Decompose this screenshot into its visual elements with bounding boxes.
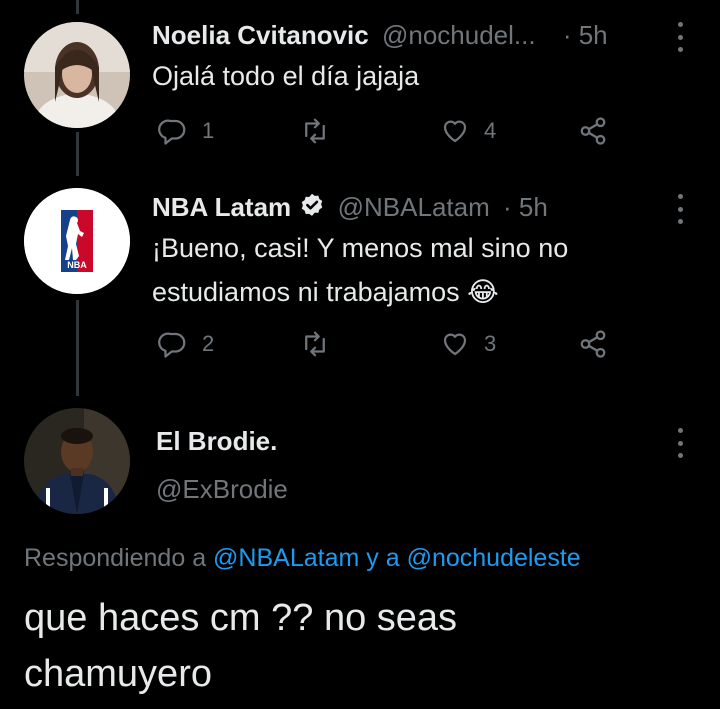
tweet-header: Noelia Cvitanovic @nochudel... · 5h (152, 20, 608, 51)
separator-dot: · (562, 20, 572, 50)
avatar[interactable] (24, 22, 130, 128)
author-handle-row: @ExBrodie (156, 474, 288, 505)
thread-line (76, 0, 79, 14)
mention-conjunction: y a (366, 544, 400, 572)
nba-logo-text: NBA (67, 260, 87, 270)
author-handle[interactable]: @nochudel... (382, 20, 536, 50)
tweet-header: El Brodie. (156, 426, 277, 457)
share-button[interactable] (578, 329, 608, 359)
thread-line (76, 300, 79, 396)
reply-icon (158, 119, 186, 145)
reply-count: 2 (202, 331, 215, 356)
share-icon (580, 117, 606, 145)
author-name[interactable]: El Brodie. (156, 426, 277, 456)
tweet-header: NBA Latam @NBALatam · 5h (152, 192, 548, 223)
share-icon (580, 330, 606, 358)
avatar[interactable]: NBA (24, 188, 130, 294)
thread-line (76, 132, 79, 176)
tweet-text: ¡Bueno, casi! Y menos mal sino no estudi… (152, 226, 568, 314)
tweet-actions: 1 4 (158, 112, 628, 152)
heart-icon (443, 120, 467, 143)
replying-to: Respondiendo a @NBALatam y a @nochudeles… (24, 544, 581, 573)
retweet-button[interactable] (300, 116, 344, 146)
reply-icon (158, 332, 186, 358)
separator-dot: · (503, 192, 512, 222)
mention-link[interactable]: @nochudeleste (407, 544, 581, 572)
tweet-text: Ojalá todo el día jajaja (152, 61, 420, 91)
like-button[interactable]: 4 (440, 116, 496, 146)
author-name[interactable]: NBA Latam (152, 192, 291, 222)
reply-button[interactable]: 2 (158, 329, 214, 359)
tweet-text-line: estudiamos ni trabajamos 😂 (152, 277, 499, 307)
like-button[interactable]: 3 (440, 329, 496, 359)
like-count: 3 (484, 331, 497, 356)
tweet-actions: 2 3 (158, 325, 628, 365)
retweet-icon (305, 118, 325, 144)
mention-link[interactable]: @NBALatam (213, 544, 359, 572)
share-button[interactable] (578, 116, 608, 146)
main-tweet-text: que haces cm ?? no seas chamuyero (24, 597, 458, 695)
verified-badge-icon (302, 193, 323, 216)
heart-icon (443, 333, 467, 356)
timestamp[interactable]: 5h (579, 20, 608, 50)
more-options-icon[interactable] (670, 194, 690, 224)
author-name[interactable]: Noelia Cvitanovic (152, 20, 369, 50)
author-handle[interactable]: @ExBrodie (156, 474, 288, 504)
replying-prefix: Respondiendo a (24, 544, 207, 572)
avatar[interactable] (24, 408, 130, 514)
author-handle[interactable]: @NBALatam (338, 192, 490, 222)
tweet-text-line: ¡Bueno, casi! Y menos mal sino no (152, 233, 569, 263)
like-count: 4 (484, 118, 497, 143)
timestamp[interactable]: 5h (519, 192, 548, 222)
reply-count: 1 (202, 118, 215, 143)
reply-button[interactable]: 1 (158, 116, 214, 146)
more-options-icon[interactable] (670, 22, 690, 52)
retweet-icon (305, 331, 325, 357)
retweet-button[interactable] (300, 329, 344, 359)
more-options-icon[interactable] (670, 428, 690, 458)
